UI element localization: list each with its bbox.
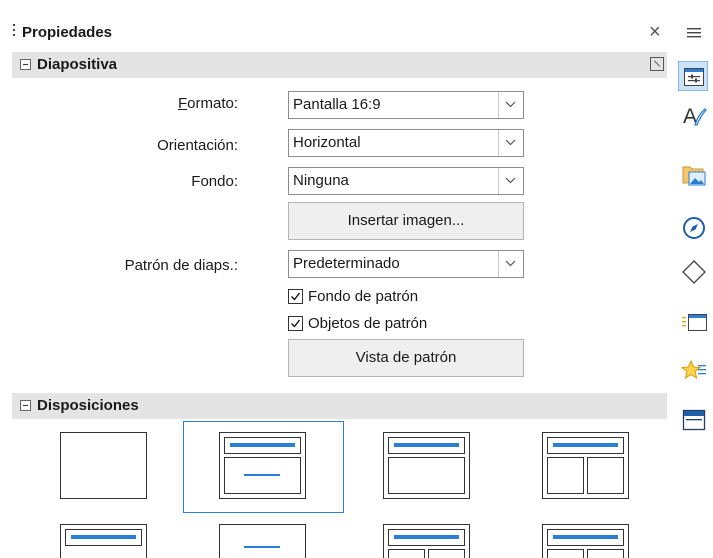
collapse-icon[interactable] bbox=[20, 59, 31, 70]
layout-title-2content-content[interactable] bbox=[383, 524, 471, 558]
background-value: Ninguna bbox=[293, 172, 349, 189]
tab-shapes[interactable] bbox=[678, 256, 708, 286]
tab-master-slides[interactable] bbox=[678, 404, 708, 434]
chevron-down-icon[interactable] bbox=[498, 168, 523, 194]
format-dropdown[interactable]: Pantalla 16:9 bbox=[288, 91, 524, 119]
properties-panel: Propiedades × Diapositiva Formato: Panta… bbox=[0, 0, 672, 558]
section-title-layouts: Disposiciones bbox=[37, 397, 139, 414]
panel-titlebar: Propiedades × bbox=[0, 18, 672, 48]
orientation-label: Orientación: bbox=[157, 137, 238, 154]
collapse-icon[interactable] bbox=[20, 400, 31, 411]
layout-title-content-2content[interactable] bbox=[542, 524, 630, 558]
background-label: Fondo: bbox=[191, 173, 238, 190]
master-view-button[interactable]: Vista de patrón bbox=[288, 339, 524, 377]
master-slide-label: Patrón de diaps.: bbox=[124, 257, 238, 274]
tab-gallery[interactable] bbox=[678, 158, 708, 188]
styles-icon: A bbox=[683, 105, 707, 128]
tab-navigator[interactable] bbox=[678, 212, 708, 242]
layout-title-only[interactable] bbox=[60, 524, 148, 558]
tab-properties[interactable] bbox=[678, 61, 708, 91]
navigator-icon bbox=[683, 217, 705, 239]
sidebar-tabbar: A bbox=[672, 0, 713, 558]
layout-blank[interactable] bbox=[60, 432, 148, 500]
layout-title-content-2[interactable] bbox=[383, 432, 471, 500]
tab-styles[interactable]: A bbox=[678, 100, 708, 130]
close-icon[interactable]: × bbox=[649, 21, 661, 44]
panel-title: Propiedades bbox=[22, 24, 113, 41]
more-options-icon[interactable] bbox=[650, 57, 664, 71]
chevron-down-icon[interactable] bbox=[498, 130, 523, 156]
master-background-label: Fondo de patrón bbox=[308, 288, 419, 305]
chevron-down-icon[interactable] bbox=[498, 92, 523, 118]
properties-icon bbox=[684, 68, 704, 86]
slide-transition-icon bbox=[682, 314, 707, 331]
tab-slide-transition[interactable] bbox=[678, 306, 708, 336]
shapes-icon bbox=[682, 260, 706, 284]
tab-animation[interactable] bbox=[678, 355, 708, 385]
layout-centered-text[interactable] bbox=[219, 524, 307, 558]
drag-grip-icon[interactable] bbox=[12, 24, 16, 42]
chevron-down-icon[interactable] bbox=[498, 251, 523, 277]
master-slides-icon bbox=[682, 409, 706, 431]
checkmark-icon[interactable] bbox=[288, 316, 303, 331]
section-header-layouts[interactable]: Disposiciones bbox=[12, 393, 667, 419]
format-value: Pantalla 16:9 bbox=[293, 96, 381, 113]
orientation-value: Horizontal bbox=[293, 134, 361, 151]
orientation-dropdown[interactable]: Horizontal bbox=[288, 129, 524, 157]
master-objects-label: Objetos de patrón bbox=[308, 315, 428, 332]
hamburger-icon[interactable] bbox=[686, 26, 702, 40]
layout-title-two-columns[interactable] bbox=[542, 432, 630, 500]
master-slide-dropdown[interactable]: Predeterminado bbox=[288, 250, 524, 278]
layout-title-content[interactable] bbox=[219, 432, 307, 500]
insert-image-button[interactable]: Insertar imagen... bbox=[288, 202, 524, 240]
section-title-slide: Diapositiva bbox=[37, 56, 118, 73]
master-slide-value: Predeterminado bbox=[293, 255, 400, 272]
gallery-icon bbox=[682, 166, 706, 186]
checkmark-icon[interactable] bbox=[288, 289, 303, 304]
animation-icon bbox=[681, 359, 706, 380]
section-header-slide[interactable]: Diapositiva bbox=[12, 52, 667, 78]
format-label: Formato: bbox=[177, 95, 238, 112]
background-dropdown[interactable]: Ninguna bbox=[288, 167, 524, 195]
